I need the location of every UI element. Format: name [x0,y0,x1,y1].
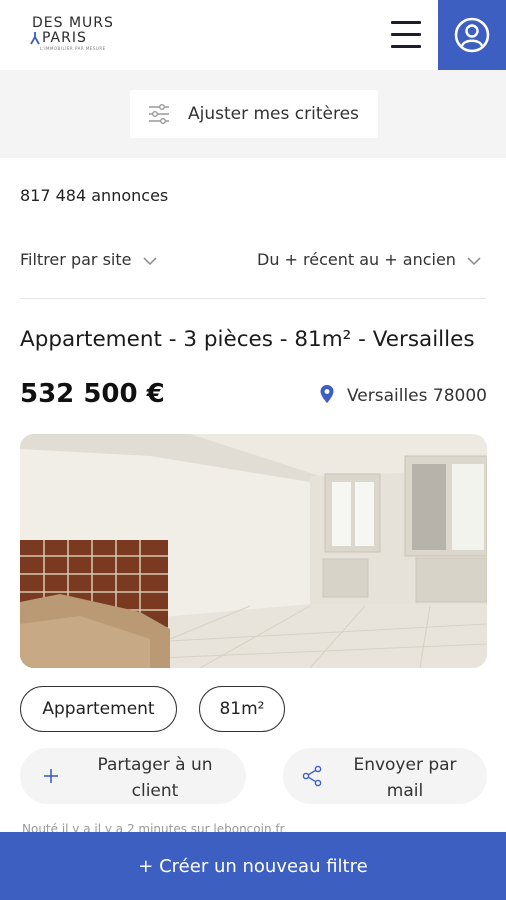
logo-line2: PARIS [30,31,122,45]
listing-location: Versailles 78000 [320,385,487,406]
mail-label: Envoyer par mail [353,755,457,801]
logo-mark-icon [30,32,40,45]
results-count: 817 484 annonces [20,186,169,205]
hamburger-icon [391,21,421,24]
menu-button[interactable] [388,18,424,52]
adjust-criteria-label: Ajuster mes critères [188,104,359,124]
adjust-criteria-button[interactable]: Ajuster mes critères [130,90,378,138]
room-image [20,434,487,668]
create-filter-button[interactable]: + Créer un nouveau filtre [0,832,506,900]
plus-icon [44,769,58,783]
share-to-client-button[interactable]: Partager à un client [20,748,246,804]
chevron-down-icon [467,256,481,265]
sort-label: Du + récent au + ancien [257,250,456,269]
logo-line1: DES MURS [32,15,114,31]
tag-property-type: Appartement [20,686,177,732]
listing-photo[interactable] [20,434,487,668]
sliders-icon [149,104,169,124]
share-icon [302,765,322,787]
listing-title[interactable]: Appartement - 3 pièces - 81m² - Versaill… [20,327,488,352]
user-circle-icon [454,17,490,53]
send-by-mail-button[interactable]: Envoyer par mail [283,748,487,804]
tag-surface: 81m² [199,686,285,732]
logo[interactable]: DES MURS PARIS L'IMMOBILIER PAR MESURE [30,15,122,53]
app-header: DES MURS PARIS L'IMMOBILIER PAR MESURE [0,0,506,70]
divider [20,298,486,299]
listing-price: 532 500 € [20,379,165,409]
location-pin-icon [320,385,334,403]
sort-dropdown[interactable]: Du + récent au + ancien [257,250,481,269]
filter-site-label: Filtrer par site [20,250,132,269]
location-label: Versailles 78000 [346,386,487,406]
account-button[interactable] [438,0,506,70]
filter-site-dropdown[interactable]: Filtrer par site [20,250,157,269]
share-label: Partager à un client [97,755,213,801]
chevron-down-icon [143,256,157,265]
logo-tagline: L'IMMOBILIER PAR MESURE [40,46,106,51]
